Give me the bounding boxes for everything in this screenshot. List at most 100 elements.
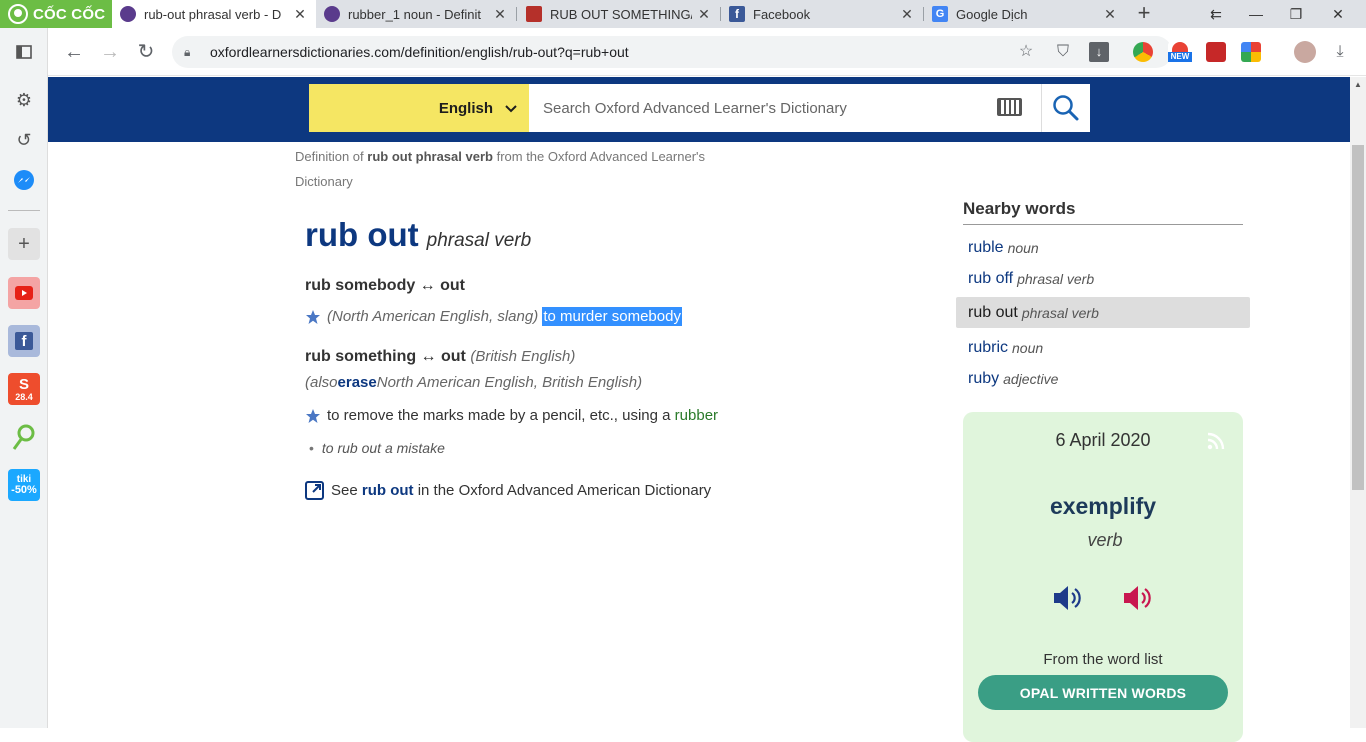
tab-title: Facebook: [753, 6, 811, 22]
youtube-icon: [8, 277, 40, 309]
add-shortcut-button[interactable]: +: [8, 228, 40, 260]
shopee-badge: 28.4: [15, 391, 33, 402]
pv2-label: (British English): [470, 348, 576, 365]
search-button[interactable]: [1041, 84, 1090, 132]
nearby-item-ruble[interactable]: ruble noun: [956, 232, 1250, 263]
close-window-button[interactable]: ✕: [1318, 0, 1358, 28]
british-pronunciation-speaker-icon[interactable]: [1052, 582, 1084, 614]
search-placeholder: Search Oxford Advanced Learner's Diction…: [543, 99, 847, 117]
nearby-pos: noun: [1012, 339, 1044, 356]
tab-cambridge-rub-out[interactable]: RUB OUT SOMETHING/ ✕: [518, 0, 720, 28]
restore-tabs-icon[interactable]: ⇇: [1196, 0, 1236, 28]
save-download-icon[interactable]: ↓: [1089, 42, 1109, 62]
nearby-words-title: Nearby words: [963, 199, 1243, 225]
language-label: English: [438, 99, 493, 117]
crumb-prefix: Definition of: [295, 149, 368, 164]
tab-oxford-rub-out[interactable]: rub-out phrasal verb - D ✕: [112, 0, 316, 28]
profile-avatar[interactable]: [1294, 41, 1316, 63]
bookmark-star-icon[interactable]: ☆: [1016, 42, 1036, 62]
nearby-word: rub off: [968, 269, 1014, 287]
shield-icon[interactable]: ⛉: [1053, 42, 1073, 62]
phrasal-verb-2: rub something ↔ out (British English): [305, 348, 575, 366]
chrome-extension-icon[interactable]: [1133, 42, 1153, 62]
american-pronunciation-speaker-icon[interactable]: [1122, 582, 1154, 614]
tiki-shortcut[interactable]: tiki -50%: [8, 469, 40, 501]
sidebar-divider: [8, 210, 40, 211]
facebook-shortcut[interactable]: f: [8, 325, 40, 357]
coccoc-addon-shortcut[interactable]: [8, 421, 40, 453]
nearby-word: rubric: [968, 338, 1009, 356]
cambridge-favicon-icon: [526, 6, 542, 22]
youtube-shortcut[interactable]: [8, 277, 40, 309]
tab-rubber-noun[interactable]: rubber_1 noun - Definit ✕: [316, 0, 516, 28]
shopee-shortcut[interactable]: S 28.4: [8, 373, 40, 405]
nearby-item-rub-out-current[interactable]: rub out phrasal verb: [956, 297, 1250, 328]
dictionary-search-input[interactable]: Search Oxford Advanced Learner's Diction…: [529, 84, 1041, 132]
also-variant: (also erase North American English, Brit…: [305, 374, 642, 391]
tab-separator: [516, 7, 517, 21]
oxford-favicon-icon: [324, 6, 340, 22]
nearby-word: rub out: [968, 303, 1018, 321]
tab-strip: CỐC CỐC rub-out phrasal verb - D ✕ rubbe…: [0, 0, 1366, 28]
scroll-up-arrow-icon[interactable]: ▲: [1350, 77, 1366, 93]
oxford-favicon-icon: [120, 6, 136, 22]
wotd-word[interactable]: exemplify: [963, 493, 1243, 520]
history-icon[interactable]: ↺: [8, 124, 40, 156]
close-tab-icon[interactable]: ✕: [1102, 6, 1118, 23]
see-suffix: in the Oxford Advanced American Dictiona…: [417, 482, 712, 499]
new-tab-button[interactable]: +: [1132, 2, 1156, 26]
url-text: oxfordlearnersdictionaries.com/definitio…: [210, 44, 629, 60]
nearby-item-rub-off[interactable]: rub off phrasal verb: [956, 263, 1250, 294]
sense-2-definition: to remove the marks made by a pencil, et…: [327, 407, 671, 424]
nearby-word: ruble: [968, 238, 1004, 256]
download-icon[interactable]: ⤓: [1330, 42, 1350, 62]
reload-icon[interactable]: ↻: [134, 40, 158, 64]
scrollbar-thumb[interactable]: [1352, 145, 1364, 490]
lock-icon: 🔒︎: [184, 44, 191, 59]
sense-2: to remove the marks made by a pencil, et…: [305, 407, 718, 424]
bullet-icon: •: [309, 440, 314, 456]
settings-gear-icon[interactable]: ⚙: [8, 84, 40, 116]
entry-headword: rub out phrasal verb: [305, 216, 531, 254]
nearby-pos: adjective: [1003, 370, 1059, 387]
rss-feed-icon[interactable]: [1206, 431, 1226, 451]
external-link-icon: [305, 481, 324, 500]
wotd-from-label: From the word list: [1043, 651, 1163, 668]
tab-facebook[interactable]: f Facebook ✕: [721, 0, 923, 28]
nearby-pos: phrasal verb: [1017, 270, 1095, 287]
sidebar-toggle-icon[interactable]: [8, 36, 40, 68]
left-sidebar: ⚙ ↺ + f S 28.4 tiki -50%: [0, 28, 48, 728]
sense-1: (North American English, slang) to murde…: [305, 307, 682, 326]
close-tab-icon[interactable]: ✕: [696, 6, 712, 23]
close-tab-icon[interactable]: ✕: [899, 6, 915, 23]
pv1-text: rub somebody ↔ out: [305, 277, 465, 294]
rubber-link[interactable]: rubber: [675, 407, 718, 424]
keyboard-icon[interactable]: [997, 98, 1022, 116]
close-tab-icon[interactable]: ✕: [292, 6, 308, 23]
tab-google-translate[interactable]: G Google Dịch ✕: [924, 0, 1126, 28]
coccoc-menu-button[interactable]: CỐC CỐC: [0, 0, 112, 28]
new-extension-icon[interactable]: NEW: [1168, 42, 1192, 62]
messenger-icon[interactable]: [8, 164, 40, 196]
red-extension-icon[interactable]: [1206, 42, 1226, 62]
maximize-button[interactable]: ❐: [1276, 0, 1316, 28]
see-word: rub out: [361, 482, 414, 499]
language-select[interactable]: English: [309, 84, 529, 132]
sense-1-label: (North American English, slang): [327, 308, 539, 325]
nearby-item-ruby[interactable]: ruby adjective: [956, 363, 1250, 394]
nearby-item-rubric[interactable]: rubric noun: [956, 332, 1250, 363]
new-badge: NEW: [1168, 52, 1192, 62]
search-icon: [1053, 95, 1079, 121]
tiki-discount: -50%: [11, 484, 37, 496]
forward-arrow-icon[interactable]: →: [98, 40, 122, 64]
minimize-button[interactable]: —: [1236, 0, 1276, 28]
opal-word-list-button[interactable]: OPAL WRITTEN WORDS: [978, 675, 1228, 710]
close-tab-icon[interactable]: ✕: [492, 6, 508, 23]
browser-toolbar: ← → ↻ 🔒︎ oxfordlearnersdictionaries.com/…: [48, 28, 1366, 76]
see-also-link[interactable]: See rub out in the Oxford Advanced Ameri…: [305, 481, 711, 500]
definition-breadcrumb: Definition of rub out phrasal verb from …: [295, 144, 735, 194]
star-icon: [306, 309, 320, 324]
back-arrow-icon[interactable]: ←: [62, 40, 86, 64]
color-extension-icon[interactable]: [1241, 42, 1261, 62]
wotd-date: 6 April 2020: [1055, 430, 1151, 450]
